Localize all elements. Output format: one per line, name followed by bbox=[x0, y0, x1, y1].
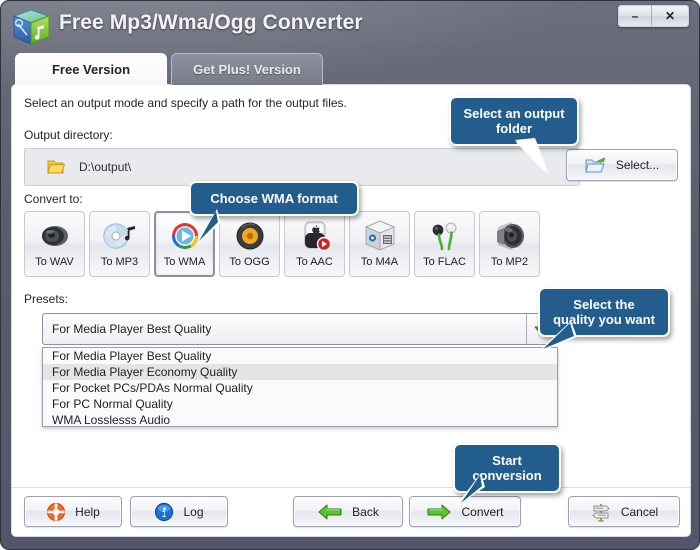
output-directory-label: Output directory: bbox=[24, 128, 113, 142]
output-directory-value: D:\output\ bbox=[79, 160, 132, 174]
preset-option-2[interactable]: For Pocket PCs/PDAs Normal Quality bbox=[43, 380, 557, 396]
format-label-mp3: To MP3 bbox=[100, 256, 139, 268]
presets-selected-value: For Media Player Best Quality bbox=[52, 322, 212, 336]
format-label-wav: To WAV bbox=[35, 256, 74, 268]
format-label-mp2: To MP2 bbox=[490, 256, 529, 268]
format-button-mp3[interactable]: To MP3 bbox=[89, 211, 150, 277]
back-button-label: Back bbox=[352, 504, 379, 519]
format-label-m4a: To M4A bbox=[360, 256, 399, 268]
callout-tail-output-folder bbox=[515, 138, 549, 174]
callout-select-quality: Select the quality you want bbox=[537, 287, 670, 353]
aac-ipod-icon bbox=[296, 218, 334, 254]
presets-label: Presets: bbox=[24, 292, 69, 306]
log-button[interactable]: Log bbox=[130, 496, 228, 527]
flac-earbuds-icon bbox=[426, 218, 464, 254]
title-bar: Free Mp3/Wma/Ogg Converter – ✕ bbox=[1, 1, 699, 53]
format-button-wav[interactable]: To WAV bbox=[24, 211, 85, 277]
cancel-button[interactable]: Cancel bbox=[568, 496, 680, 527]
close-button[interactable]: ✕ bbox=[652, 6, 688, 26]
callout-tail-start bbox=[455, 473, 485, 507]
preset-option-0[interactable]: For Media Player Best Quality bbox=[43, 348, 557, 364]
mp2-speaker-icon bbox=[491, 218, 529, 254]
cancel-button-label: Cancel bbox=[620, 504, 659, 519]
presets-dropdown-list[interactable]: For Media Player Best Quality For Media … bbox=[42, 347, 558, 427]
format-label-ogg: To OGG bbox=[229, 256, 270, 268]
convert-to-label: Convert to: bbox=[24, 192, 83, 206]
format-button-aac[interactable]: To AAC bbox=[284, 211, 345, 277]
mp3-cd-note-icon bbox=[101, 218, 139, 254]
arrow-left-icon bbox=[317, 503, 343, 521]
window-controls: – ✕ bbox=[618, 5, 689, 27]
tab-get-plus-version[interactable]: Get Plus! Version bbox=[171, 53, 323, 85]
preset-option-3[interactable]: For PC Normal Quality bbox=[43, 396, 557, 412]
format-label-wma: To WMA bbox=[163, 256, 206, 268]
music-cube-icon bbox=[10, 7, 54, 49]
format-label-flac: To FLAC bbox=[423, 256, 466, 268]
presets-combobox[interactable]: For Media Player Best Quality bbox=[42, 313, 558, 345]
callout-select-output-folder: Select an output folder bbox=[449, 96, 579, 174]
format-button-m4a[interactable]: To M4A bbox=[349, 211, 410, 277]
preset-option-4[interactable]: WMA Losslesss Audio bbox=[43, 412, 557, 428]
preset-option-1[interactable]: For Media Player Economy Quality bbox=[43, 364, 557, 380]
callout-start-conversion: Start conversion bbox=[453, 443, 561, 507]
callout-tail-quality bbox=[537, 321, 577, 353]
wav-speaker-icon bbox=[36, 218, 74, 254]
tab-free-version[interactable]: Free Version bbox=[15, 53, 167, 85]
log-button-label: Log bbox=[183, 504, 204, 519]
back-button[interactable]: Back bbox=[293, 496, 403, 527]
tab-strip: Free Version Get Plus! Version bbox=[15, 53, 687, 85]
format-button-flac[interactable]: To FLAC bbox=[414, 211, 475, 277]
select-button-label: Select... bbox=[615, 158, 660, 172]
format-label-aac: To AAC bbox=[296, 256, 333, 268]
folder-icon bbox=[47, 158, 66, 175]
signpost-icon bbox=[590, 501, 612, 523]
callout-choose-wma-format: Choose WMA format bbox=[189, 181, 359, 245]
help-button[interactable]: Help bbox=[24, 496, 122, 527]
info-icon bbox=[154, 502, 174, 522]
callout-tail-wma bbox=[195, 209, 221, 245]
m4a-box-icon bbox=[361, 218, 399, 254]
format-button-row: To WAV To MP3 To WMA To OGG To AAC To M4… bbox=[24, 211, 550, 277]
instruction-text: Select an output mode and specify a path… bbox=[24, 96, 347, 110]
minimize-button[interactable]: – bbox=[619, 6, 652, 26]
format-button-mp2[interactable]: To MP2 bbox=[479, 211, 540, 277]
arrow-right-icon bbox=[426, 503, 452, 521]
life-ring-icon bbox=[46, 502, 66, 522]
application-window: Free Mp3/Wma/Ogg Converter – ✕ Free Vers… bbox=[0, 0, 700, 550]
window-title: Free Mp3/Wma/Ogg Converter bbox=[59, 11, 363, 34]
help-button-label: Help bbox=[75, 504, 100, 519]
footer-bar: Help Log Back Convert Cancel bbox=[12, 488, 690, 536]
